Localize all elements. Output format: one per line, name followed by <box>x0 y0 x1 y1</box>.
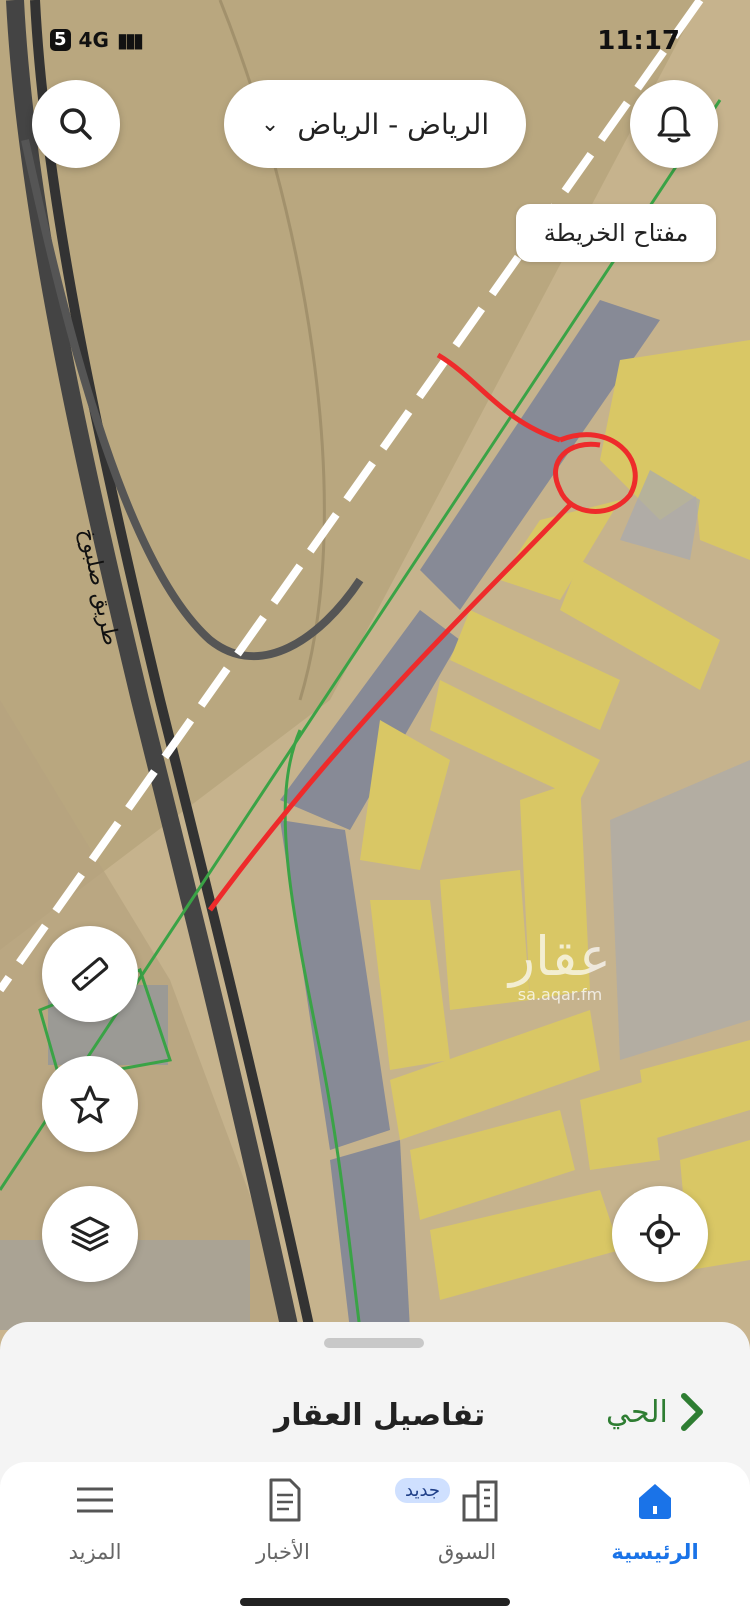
sheet-title: تفاصيل العقار <box>274 1398 486 1433</box>
building-icon <box>452 1472 508 1528</box>
nav-market-label: السوق <box>437 1540 497 1564</box>
status-bar: 5 4G ▮▮▮ 11:17 <box>0 22 750 62</box>
layers-icon <box>70 1216 110 1252</box>
search-button[interactable] <box>32 80 120 168</box>
crosshair-icon <box>640 1214 680 1254</box>
new-badge: جديد <box>395 1478 451 1503</box>
measure-button[interactable] <box>42 926 138 1022</box>
star-icon <box>70 1085 110 1124</box>
district-link-label: الحي <box>606 1394 668 1430</box>
favorites-button[interactable] <box>42 1056 138 1152</box>
layers-button[interactable] <box>42 1186 138 1282</box>
district-link[interactable]: الحي <box>606 1392 706 1432</box>
network-type: 4G <box>78 28 109 52</box>
carrier-badge: 5 <box>50 29 71 51</box>
watermark-url: sa.aqar.fm <box>518 985 602 1004</box>
home-icon <box>627 1472 683 1528</box>
map-key-button[interactable]: مفتاح الخريطة <box>516 204 716 262</box>
sheet-drag-handle[interactable] <box>324 1338 424 1348</box>
my-location-button[interactable] <box>612 1186 708 1282</box>
chevron-down-icon: ⌄ <box>260 111 280 137</box>
nav-news[interactable]: الأخبار <box>218 1462 348 1602</box>
menu-icon <box>67 1472 123 1528</box>
nav-home[interactable]: الرئيسية <box>590 1462 720 1602</box>
nav-more[interactable]: المزيد <box>30 1462 160 1602</box>
watermark-logo: عقار <box>506 925 611 988</box>
home-indicator <box>240 1598 510 1606</box>
search-icon <box>60 108 92 140</box>
notifications-button[interactable] <box>630 80 718 168</box>
city-selector[interactable]: ⌄ الرياض - الرياض <box>224 80 526 168</box>
clock: 11:17 <box>597 26 680 56</box>
signal-icon: ▮▮▮ <box>116 28 144 52</box>
nav-home-label: الرئيسية <box>611 1540 699 1564</box>
ruler-icon <box>71 957 109 991</box>
document-icon <box>255 1472 311 1528</box>
nav-news-label: الأخبار <box>256 1540 310 1564</box>
bell-icon <box>657 106 691 143</box>
city-selector-label: الرياض - الرياض <box>297 107 490 141</box>
chevron-right-icon <box>680 1393 703 1431</box>
nav-more-label: المزيد <box>68 1540 122 1564</box>
